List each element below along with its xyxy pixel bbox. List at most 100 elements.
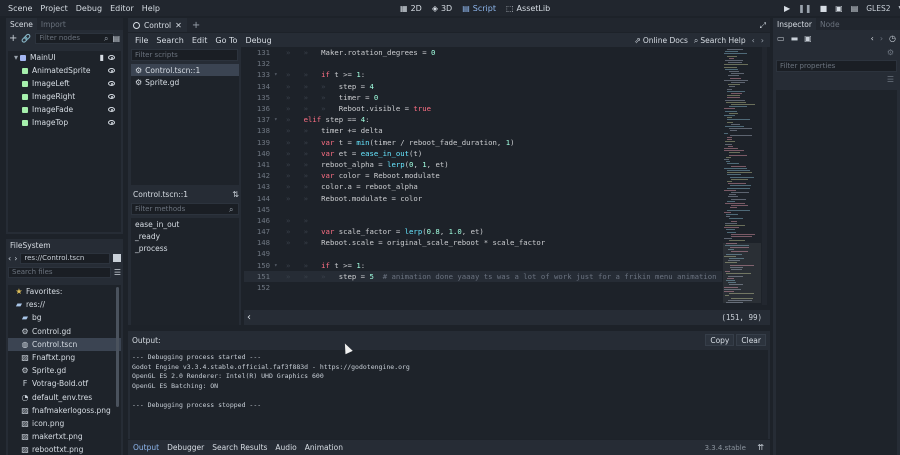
split-mode-icon[interactable] (113, 254, 121, 262)
code-line[interactable]: 133 ▾» » if t >= 1: (244, 69, 722, 80)
line-number[interactable]: 132 (244, 59, 274, 68)
visibility-icon[interactable] (108, 107, 115, 112)
code-line[interactable]: 136 » » » Reboot.visible = true (244, 103, 722, 114)
line-number[interactable]: 152 (244, 283, 274, 292)
code-line[interactable]: 146 » » (244, 215, 722, 226)
filter-nodes-input[interactable]: Filter nodes (35, 32, 114, 44)
method-list-item[interactable]: ease_in_out (131, 218, 239, 230)
line-number[interactable]: 141 (244, 160, 274, 169)
script-list-item[interactable]: ⚙ Sprite.gd (131, 76, 239, 88)
fold-arrow-icon[interactable]: ▾ (274, 71, 286, 78)
line-number[interactable]: 133 (244, 70, 274, 79)
bottom-tab-audio[interactable]: Audio (271, 443, 300, 452)
filesystem-item[interactable]: ▨ icon.png (8, 417, 121, 430)
filesystem-item[interactable]: ▨ Fnaftxt.png (8, 351, 121, 364)
history-back-icon[interactable]: ‹ (752, 36, 755, 45)
filesystem-item[interactable]: ★ Favorites: (8, 285, 121, 298)
filesystem-title[interactable]: FileSystem (6, 239, 51, 251)
code-line[interactable]: 144 » » Reboot.modulate = color (244, 192, 722, 203)
line-number[interactable]: 148 (244, 238, 274, 247)
code-line[interactable]: 140 » » var et = ease_in_out(t) (244, 148, 722, 159)
bottom-tab-debugger[interactable]: Debugger (163, 443, 208, 452)
script-menu-debug[interactable]: Debug (241, 36, 275, 45)
prev-object-icon[interactable]: ‹ (871, 34, 874, 43)
line-number[interactable]: 135 (244, 93, 274, 102)
script-list-item[interactable]: ⚙ Control.tscn::1 (131, 64, 239, 76)
filesystem-item[interactable]: F Votrag-Bold.otf (8, 377, 121, 390)
menu-project[interactable]: Project (36, 4, 71, 13)
code-line[interactable]: 143 » » color.a = reboot_alpha (244, 181, 722, 192)
tab-control[interactable]: Control ✕ (128, 18, 187, 32)
tab-import[interactable]: Import (37, 18, 70, 30)
search-files-input[interactable]: Search files (8, 266, 111, 278)
code-line[interactable]: 137 ▾» elif step == 4: (244, 114, 722, 125)
line-number[interactable]: 143 (244, 182, 274, 191)
line-number[interactable]: 151 (244, 272, 274, 281)
filesystem-scrollbar[interactable] (116, 287, 119, 407)
line-number[interactable]: 131 (244, 48, 274, 57)
filesystem-item[interactable]: ▨ fnafmakerlogoss.png (8, 404, 121, 417)
line-number[interactable]: 134 (244, 82, 274, 91)
code-line[interactable]: 151 » » » step = 5 # animation done yaaa… (244, 270, 722, 282)
line-number[interactable]: 150 (244, 261, 274, 270)
next-object-icon[interactable]: › (880, 34, 883, 43)
bottom-tab-output[interactable]: Output (129, 443, 163, 452)
line-number[interactable]: 146 (244, 216, 274, 225)
code-area[interactable]: 131 » » Maker.rotation_degrees = 0 132 13… (244, 47, 722, 293)
code-line[interactable]: 149 (244, 248, 722, 259)
expand-bottom-panel-icon[interactable]: ⇈ (757, 443, 764, 452)
line-number[interactable]: 149 (244, 249, 274, 258)
line-number[interactable]: 147 (244, 227, 274, 236)
forward-icon[interactable]: › (14, 254, 17, 263)
line-number[interactable]: 145 (244, 205, 274, 214)
filesystem-path[interactable]: res://Control.tscn (20, 252, 110, 264)
code-scrollbar[interactable] (762, 47, 767, 305)
history-forward-icon[interactable]: › (761, 36, 764, 45)
sort-icon[interactable]: ☰ (114, 268, 121, 277)
bottom-tab-search-results[interactable]: Search Results (208, 443, 271, 452)
copy-button[interactable]: Copy (705, 334, 735, 346)
filesystem-item[interactable]: ▨ reboottxt.png (8, 443, 121, 455)
filesystem-item[interactable]: ▰ bg (8, 311, 121, 324)
options-icon[interactable]: ▤ (112, 34, 120, 43)
script-menu-go-to[interactable]: Go To (211, 36, 241, 45)
fold-arrow-icon[interactable]: ▾ (274, 262, 286, 269)
line-number[interactable]: 140 (244, 149, 274, 158)
code-line[interactable]: 141 » » reboot_alpha = lerp(0, 1, et) (244, 159, 722, 170)
link-icon[interactable]: 🔗 (21, 34, 31, 43)
script-attached-icon[interactable]: ▮ (100, 53, 104, 62)
scene-node[interactable]: ImageFade (8, 103, 121, 116)
stop-icon[interactable]: ■ (820, 4, 828, 13)
scene-node[interactable]: AnimatedSprite (8, 64, 121, 77)
clear-button[interactable]: Clear (736, 334, 766, 346)
workspace-2d-button[interactable]: ▦ 2D (395, 4, 427, 13)
code-line[interactable]: 134 » » » step = 4 (244, 81, 722, 92)
menu-editor[interactable]: Editor (106, 4, 138, 13)
code-line[interactable]: 139 » » var t = min(timer / reboot_fade_… (244, 137, 722, 148)
scene-node[interactable]: ImageLeft (8, 77, 121, 90)
code-line[interactable]: 145 (244, 204, 722, 215)
menu-debug[interactable]: Debug (72, 4, 106, 13)
code-line[interactable]: 147 » » var scale_factor = lerp(0.8, 1.0… (244, 226, 722, 237)
tab-inspector[interactable]: Inspector (773, 18, 816, 30)
scene-node[interactable]: ImageRight (8, 90, 121, 103)
play-custom-scene-icon[interactable]: ▤ (851, 4, 859, 13)
workspace-script-button[interactable]: ▤ Script (457, 4, 501, 13)
filesystem-item[interactable]: ▨ makertxt.png (8, 430, 121, 443)
pause-icon[interactable]: ❚❚ (798, 4, 811, 13)
properties-menu-icon[interactable]: ☰ (887, 75, 894, 84)
online-docs-button[interactable]: ⇗ Online Docs (634, 36, 688, 45)
code-line[interactable]: 150 ▾» » if t >= 1: (244, 260, 722, 271)
add-tab-icon[interactable]: + (192, 20, 200, 30)
filesystem-item[interactable]: ◔ default_env.tres (8, 391, 121, 404)
open-resource-icon[interactable]: ▬ (791, 34, 799, 43)
visibility-icon[interactable] (108, 120, 115, 125)
distraction-free-icon[interactable]: ⤢ (760, 21, 766, 30)
visibility-icon[interactable] (108, 94, 115, 99)
filter-methods-input[interactable]: Filter methods (131, 203, 239, 215)
code-minimap[interactable] (723, 47, 761, 305)
filter-scripts-input[interactable]: Filter scripts (131, 49, 238, 61)
scene-node[interactable]: ▾ MainUI ▮ (8, 51, 121, 64)
script-menu-search[interactable]: Search (152, 36, 187, 45)
code-line[interactable]: 131 » » Maker.rotation_degrees = 0 (244, 47, 722, 58)
